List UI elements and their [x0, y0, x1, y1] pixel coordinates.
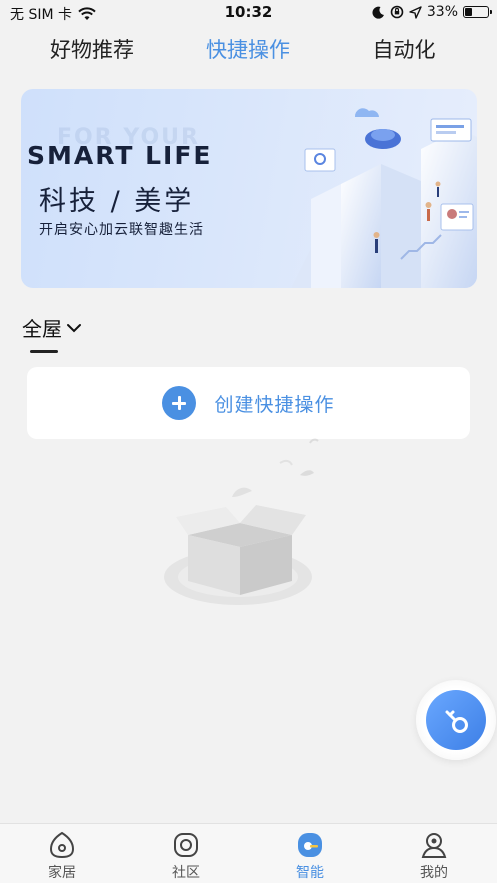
- home-icon: [49, 831, 75, 859]
- room-selector[interactable]: 全屋: [22, 313, 82, 342]
- empty-box-illustration: [164, 438, 319, 605]
- key-icon: [445, 710, 468, 733]
- tab-quick-actions[interactable]: 快捷操作: [168, 34, 328, 64]
- profile-icon: [421, 833, 447, 858]
- status-bar: 无 SIM 卡 10:32 33%: [0, 0, 497, 26]
- moon-icon: [372, 6, 384, 19]
- nav-item-home[interactable]: 家居: [0, 830, 124, 882]
- create-quick-action-label: 创建快捷操作: [214, 393, 335, 416]
- banner-title: SMART LIFE: [27, 141, 213, 170]
- banner-tagline: 开启安心加云联智趣生活: [39, 222, 204, 238]
- banner-subtitle: 科技 / 美学: [39, 186, 195, 217]
- room-label: 全屋: [22, 317, 62, 341]
- promo-banner[interactable]: FOR YOUR SMART LIFE 科技 / 美学 开启安心加云联智趣生活: [21, 89, 477, 288]
- tab-automation[interactable]: 自动化: [324, 34, 484, 64]
- chevron-down-icon: [67, 323, 81, 332]
- battery-percent: 33%: [426, 4, 458, 20]
- nav-item-smart[interactable]: 智能: [248, 830, 372, 882]
- nav-label-home: 家居: [48, 865, 76, 881]
- nav-label-smart: 智能: [296, 865, 324, 881]
- floating-assistant-button[interactable]: [416, 680, 496, 760]
- rotation-lock-icon: [390, 5, 404, 19]
- battery-level: [465, 8, 472, 16]
- smart-icon: [298, 833, 322, 857]
- smart-city-illustration: [291, 108, 477, 288]
- nav-label-community: 社区: [172, 865, 200, 881]
- float-button-inner: [426, 690, 486, 750]
- status-right: 33%: [372, 4, 492, 20]
- bottom-nav: 家居 社区 智能 我的: [0, 823, 497, 883]
- community-icon: [174, 833, 198, 857]
- location-icon: [409, 5, 422, 19]
- tab-recommend[interactable]: 好物推荐: [12, 34, 172, 64]
- top-tabs: 好物推荐 快捷操作 自动化: [0, 34, 497, 70]
- plus-icon: [162, 386, 197, 420]
- nav-item-profile[interactable]: 我的: [372, 830, 496, 882]
- create-quick-action-button[interactable]: 创建快捷操作: [27, 367, 470, 439]
- nav-label-profile: 我的: [420, 865, 448, 881]
- battery-icon: [463, 6, 492, 18]
- nav-item-community[interactable]: 社区: [124, 830, 248, 882]
- room-underline: [30, 350, 58, 353]
